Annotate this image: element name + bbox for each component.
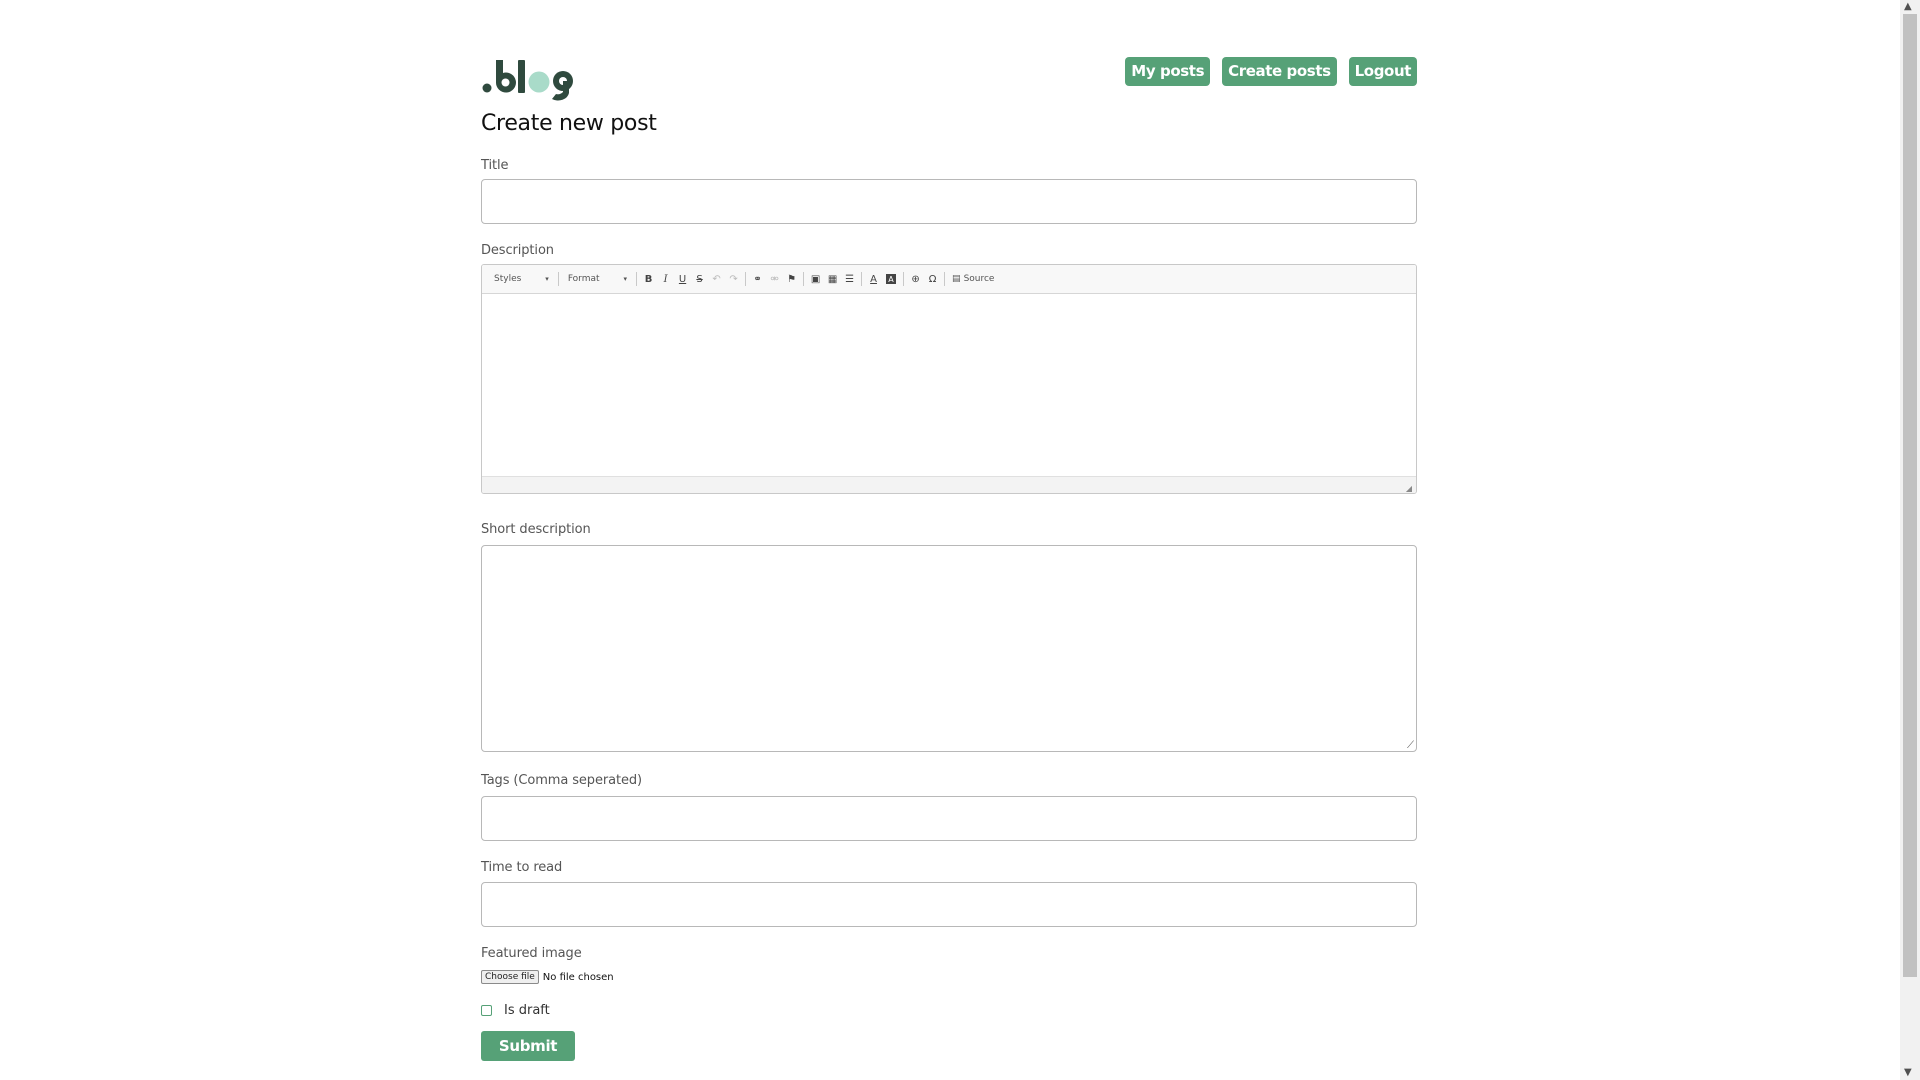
submit-button[interactable]: Submit [481,1031,575,1061]
toolbar-separator [636,272,638,286]
iframe-icon[interactable]: ⊕ [907,270,924,288]
featured-image-input: Choose file No file chosen [481,970,614,984]
strikethrough-icon[interactable]: S [691,270,708,288]
format-dropdown-label: Format [567,274,600,284]
unlink-icon[interactable]: ⚮ [766,270,783,288]
editor-toolbar: Styles ▾ Format ▾ B I U S ↶ ↷ ⚭ ⚮ ⚑ ▣ ▦ ☰ … [482,265,1416,294]
source-icon: ▤ [952,274,961,284]
tags-label: Tags (Comma seperated) [481,773,642,788]
time-to-read-input[interactable] [481,882,1417,927]
draft-checkbox-row: Is draft [481,1003,550,1018]
short-description-label: Short description [481,522,591,537]
scrollbar[interactable]: ▲ ▼ [1900,0,1920,1080]
create-posts-button[interactable]: Create posts [1222,57,1337,86]
scroll-down-icon[interactable]: ▼ [1904,1067,1912,1078]
bold-icon[interactable]: B [640,270,657,288]
toolbar-separator [944,272,946,286]
anchor-icon[interactable]: ⚑ [783,270,800,288]
description-editor: Styles ▾ Format ▾ B I U S ↶ ↷ ⚭ ⚮ ⚑ ▣ ▦ ☰ … [481,264,1417,494]
redo-icon[interactable]: ↷ [725,270,742,288]
title-label: Title [481,158,509,173]
horizontal-rule-icon[interactable]: ☰ [841,270,858,288]
toolbar-separator [803,272,805,286]
source-label: Source [963,274,995,284]
image-icon[interactable]: ▣ [807,270,824,288]
toolbar-separator [861,272,863,286]
source-button[interactable]: ▤ Source [948,274,998,284]
chevron-down-icon: ▾ [623,275,628,283]
is-draft-checkbox[interactable] [481,1005,492,1016]
toolbar-separator [903,272,905,286]
text-color-icon[interactable]: A [865,270,882,288]
file-status: No file chosen [542,971,614,983]
blog-logo[interactable] [481,52,577,102]
chevron-down-icon: ▾ [545,275,549,283]
scroll-up-icon[interactable]: ▲ [1904,1,1912,12]
editor-status-bar: ◢ [482,476,1416,493]
logout-button[interactable]: Logout [1348,57,1417,86]
link-icon[interactable]: ⚭ [749,270,766,288]
editor-content-area[interactable] [482,294,1416,476]
description-label: Description [481,243,554,258]
toolbar-separator [745,272,747,286]
featured-image-label: Featured image [481,946,582,961]
resize-handle-icon[interactable]: ◢ [1406,484,1412,493]
underline-icon[interactable]: U [674,270,691,288]
time-to-read-label: Time to read [481,860,563,875]
title-input[interactable] [481,179,1417,224]
page-title: Create new post [481,111,657,136]
special-char-icon[interactable]: Ω [924,270,941,288]
format-dropdown[interactable]: Format ▾ [562,270,633,288]
resize-handle-icon[interactable]: ⟋ [1407,740,1414,751]
is-draft-label[interactable]: Is draft [504,1003,550,1018]
italic-icon[interactable]: I [657,270,674,288]
tags-input[interactable] [481,796,1417,841]
short-description-textarea[interactable]: ⟋ [481,545,1417,752]
styles-dropdown[interactable]: Styles ▾ [488,270,555,288]
undo-icon[interactable]: ↶ [708,270,725,288]
table-icon[interactable]: ▦ [824,270,841,288]
background-color-icon[interactable]: A [886,274,897,284]
top-nav: My posts Create posts Logout [1125,57,1417,86]
choose-file-button[interactable]: Choose file [481,970,539,984]
my-posts-button[interactable]: My posts [1125,57,1211,86]
styles-dropdown-label: Styles [494,274,522,284]
scroll-thumb[interactable] [1903,14,1917,977]
toolbar-separator [557,272,559,286]
